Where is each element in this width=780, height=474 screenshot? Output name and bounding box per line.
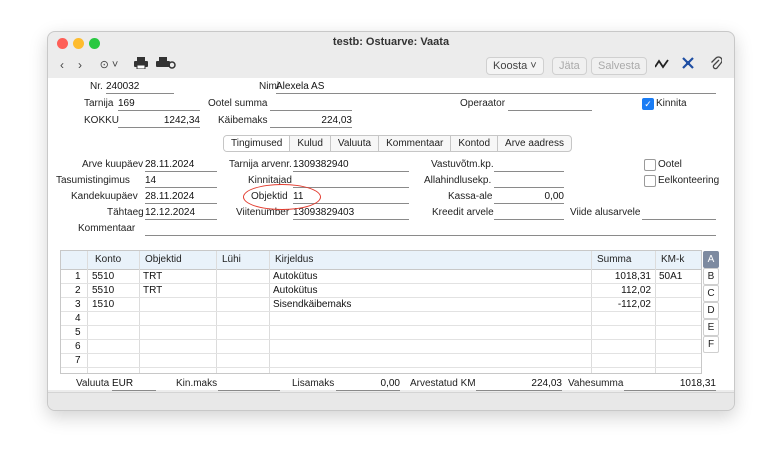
arve-kuupaev-field[interactable]: 28.11.2024 [145,159,217,172]
col-konto[interactable]: Konto [91,251,121,269]
kinnitajad-field[interactable] [293,175,409,188]
ootel-label: Ootel [658,159,682,170]
toolbar: ‹ › ⊙ ˅ Koosta ˅ Jäta Salvesta [48,54,734,76]
nimi-field[interactable]: Alexela AS [276,81,716,94]
operaator-field[interactable] [508,98,592,111]
kinnita-label: Kinnita [656,98,687,109]
salvesta-button[interactable]: Salvesta [591,57,648,75]
viitenumber-field[interactable]: 13093829403 [293,207,409,220]
tarnija-arvenr-field[interactable]: 1309382940 [293,159,409,172]
side-tab-c[interactable]: C [703,285,719,302]
tahtaeg-label: Tähtaeg [107,207,144,218]
vastuvotm-field[interactable] [494,159,564,172]
operaator-label: Operaator [460,98,506,109]
tab-valuuta[interactable]: Valuuta [331,136,380,151]
kassa-ale-field[interactable]: 0,00 [494,191,564,204]
grid-header: Konto Objektid Lühi Kirjeldus Summa KM-k [61,251,701,270]
invoice-form: Nr. 240032 Nimi Alexela AS Tarnija 169 O… [48,78,734,391]
allahindlusekp-label: Allahindlusekp. [424,175,492,186]
print-icon[interactable] [132,56,150,74]
tarnija-arvenr-label: Tarnija arvenr. [229,159,292,170]
more-actions-icon[interactable]: ⊙ ˅ [94,56,124,74]
col-summa[interactable]: Summa [593,251,631,269]
tahtaeg-field[interactable]: 12.12.2024 [145,207,217,220]
link-icon[interactable] [680,56,696,74]
table-row[interactable]: 7 [61,354,701,368]
ootel-summa-label: Ootel summa [208,98,268,109]
col-luhi[interactable]: Lühi [218,251,241,269]
status-bar [48,392,734,410]
kandekuupaev-label: Kandekuupäev [71,191,138,202]
kinnita-checkbox[interactable]: ✓ [642,98,654,110]
kokku-label: KOKKU [84,115,120,126]
tab-tingimused[interactable]: Tingimused [224,136,291,151]
eelkonteering-checkbox[interactable] [644,175,656,187]
col-objektid[interactable]: Objektid [141,251,182,269]
section-tabs: Tingimused Kulud Valuuta Kommentaar Kont… [223,135,572,152]
lisamaks-label: Lisamaks [292,378,335,389]
vastuvotm-label: Vastuvõtm.kp. [431,159,494,170]
kaibemaks-field[interactable]: 224,03 [270,115,352,128]
tab-arve-aadress[interactable]: Arve aadress [498,136,571,151]
valuuta-field[interactable]: EUR [112,378,156,391]
lisamaks-field[interactable]: 0,00 [336,378,400,391]
viide-label: Viide alusarvele [570,207,641,218]
col-kmk[interactable]: KM-k [657,251,684,269]
tasumistingimus-label: Tasumistingimus [56,175,130,186]
window-title: testb: Ostuarve: Vaata [332,36,450,48]
side-tab-d[interactable]: D [703,302,719,319]
ootel-summa-field[interactable] [270,98,352,111]
jata-button[interactable]: Jäta [552,57,587,75]
tasumistingimus-field[interactable]: 14 [145,175,217,188]
kinmaks-field[interactable] [218,378,280,391]
eelkonteering-label: Eelkonteering [658,175,720,186]
highlight-annotation [243,184,321,210]
allahindlusekp-field[interactable] [494,175,564,188]
table-row[interactable]: 6 [61,340,701,354]
arvestatud-km-field[interactable]: 224,03 [476,378,562,391]
attachment-icon[interactable] [708,56,724,74]
ootel-checkbox[interactable] [644,159,656,171]
table-row[interactable]: 3 1510 Sisendkäibemaks -112,02 [61,298,701,312]
back-arrow-icon[interactable]: ‹ [56,56,68,74]
kaibemaks-label: Käibemaks [218,115,268,126]
print-preview-icon[interactable] [154,56,178,74]
tab-kulud[interactable]: Kulud [290,136,331,151]
tab-kontod[interactable]: Kontod [451,136,499,151]
kreedit-field[interactable] [494,207,564,220]
arve-kuupaev-label: Arve kuupäev [82,159,144,170]
koosta-dropdown[interactable]: Koosta ˅ [486,57,544,75]
forward-arrow-icon[interactable]: › [74,56,86,74]
kommentaar-label: Kommentaar [78,223,136,234]
vahesumma-field[interactable]: 1018,31 [624,378,716,391]
kassa-ale-label: Kassa-ale [448,191,493,202]
kokku-field[interactable]: 1242,34 [118,115,200,128]
kommentaar-field[interactable] [145,223,716,236]
side-tab-b[interactable]: B [703,268,719,285]
arvestatud-km-label: Arvestatud KM [410,378,476,389]
purchase-invoice-window: testb: Ostuarve: Vaata ‹ › ⊙ ˅ Koosta ˅ … [47,31,735,411]
kandekuupaev-field[interactable]: 28.11.2024 [145,191,217,204]
table-row[interactable]: 2 5510 TRT Autokütus 112,02 [61,284,701,298]
table-row[interactable]: 4 [61,312,701,326]
side-tab-a[interactable]: A [703,251,719,268]
side-tab-f[interactable]: F [703,336,719,353]
viide-field[interactable] [642,207,716,220]
tarnija-field[interactable]: 169 [118,98,200,111]
invoice-rows-grid: Konto Objektid Lühi Kirjeldus Summa KM-k… [60,250,702,374]
valuuta-label: Valuuta [76,378,110,389]
tab-kommentaar[interactable]: Kommentaar [379,136,452,151]
activity-icon[interactable] [654,56,670,74]
nr-label: Nr. [90,81,103,92]
table-row[interactable]: 5 [61,326,701,340]
col-kirjeldus[interactable]: Kirjeldus [271,251,313,269]
titlebar: testb: Ostuarve: Vaata [48,32,734,54]
table-row[interactable]: 1 5510 TRT Autokütus 1018,31 50A1 [61,270,701,284]
tarnija-label: Tarnija [84,98,114,109]
vahesumma-label: Vahesumma [568,378,624,389]
side-tab-e[interactable]: E [703,319,719,336]
nr-field[interactable]: 240032 [106,81,174,94]
kinmaks-label: Kin.maks [176,378,218,389]
kreedit-label: Kreedit arvele [432,207,494,218]
